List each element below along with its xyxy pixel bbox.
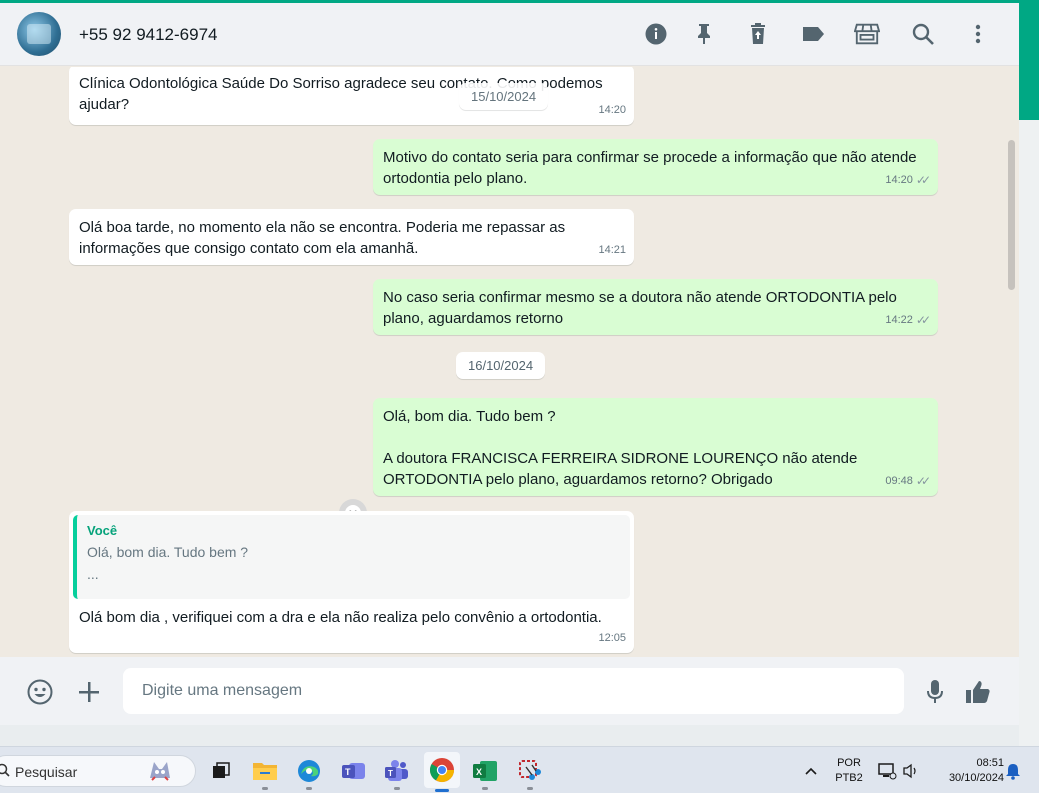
message-input[interactable] — [123, 668, 904, 714]
microphone-icon[interactable] — [920, 677, 950, 707]
quoted-author: Você — [87, 523, 118, 538]
contact-name[interactable]: +55 92 9412-6974 — [79, 25, 218, 45]
store-icon[interactable] — [854, 21, 880, 47]
thumbs-up-icon[interactable] — [963, 677, 993, 707]
message-text-line: A doutora FRANCISCA FERREIRA SIDRONE LOU… — [383, 450, 858, 488]
search-icon[interactable] — [910, 21, 936, 47]
date-divider: 16/10/2024 — [456, 352, 546, 379]
system-clock[interactable]: 08:51 30/10/2024 — [928, 756, 1004, 786]
message-composer — [0, 657, 1019, 725]
pin-icon[interactable] — [691, 21, 717, 47]
search-icon — [0, 763, 10, 782]
task-view-icon[interactable] — [207, 757, 235, 785]
read-ticks-icon: ✓✓ — [915, 474, 931, 488]
chat-header: +55 92 9412-6974 — [0, 3, 1019, 66]
search-highlight-icon — [146, 758, 174, 789]
edge-browser-icon[interactable] — [295, 757, 323, 790]
volume-icon[interactable] — [897, 757, 925, 785]
teams-icon[interactable]: T — [340, 757, 368, 785]
message-time: 14:20 — [885, 174, 913, 186]
message-time: 09:48 — [885, 475, 913, 487]
message-text: No caso seria confirmar mesmo se a douto… — [383, 289, 897, 327]
menu-icon[interactable] — [965, 21, 991, 47]
message-list[interactable]: Clínica Odontológica Saúde Do Sorriso ag… — [0, 67, 1019, 657]
delete-icon[interactable] — [745, 21, 771, 47]
message-incoming[interactable]: Clínica Odontológica Saúde Do Sorriso ag… — [69, 67, 634, 125]
chrome-browser-icon[interactable] — [424, 752, 460, 792]
message-outgoing[interactable]: Olá, bom dia. Tudo bem ? A doutora FRANC… — [373, 398, 938, 496]
excel-icon[interactable]: X — [471, 757, 499, 790]
message-incoming[interactable]: Você Olá, bom dia. Tudo bem ? ... Olá bo… — [69, 511, 634, 653]
message-time: 14:22 — [885, 314, 913, 326]
quoted-message[interactable]: Você Olá, bom dia. Tudo bem ? ... — [73, 515, 630, 599]
date-divider: 15/10/2024 — [459, 83, 549, 110]
message-time: 14:20 — [598, 104, 626, 116]
language-indicator[interactable]: POR PTB2 — [830, 756, 868, 786]
emoji-icon[interactable] — [25, 677, 55, 707]
taskbar-search[interactable]: Pesquisar — [0, 755, 196, 787]
info-icon[interactable] — [643, 21, 669, 47]
message-text: Motivo do contato seria para confirmar s… — [383, 149, 917, 187]
quoted-text: ... — [87, 566, 99, 582]
snipping-tool-icon[interactable] — [516, 757, 544, 790]
message-text: Olá bom dia , verifiquei com a dra e ela… — [79, 609, 602, 626]
message-time: 12:05 — [598, 632, 626, 644]
file-explorer-icon[interactable] — [251, 757, 279, 790]
message-incoming[interactable]: Olá boa tarde, no momento ela não se enc… — [69, 209, 634, 265]
message-text: Olá boa tarde, no momento ela não se enc… — [79, 219, 566, 257]
side-panel-edge — [1019, 0, 1039, 746]
windows-taskbar: Pesquisar T T X POR PTB2 08:51 30/10/202… — [0, 746, 1039, 793]
notification-bell-icon[interactable] — [999, 757, 1027, 785]
message-outgoing[interactable]: Motivo do contato seria para confirmar s… — [373, 139, 938, 195]
teams-app-icon[interactable]: T — [383, 757, 411, 790]
quoted-text: Olá, bom dia. Tudo bem ? — [87, 544, 249, 560]
message-outgoing[interactable]: No caso seria confirmar mesmo se a douto… — [373, 279, 938, 335]
window-bottom-edge — [0, 725, 1019, 746]
message-time: 14:21 — [598, 244, 626, 256]
svg-text:T: T — [345, 767, 351, 777]
message-text-line: Olá, bom dia. Tudo bem ? — [383, 408, 556, 425]
chat-scrollbar[interactable] — [1008, 140, 1015, 290]
read-ticks-icon: ✓✓ — [915, 173, 931, 187]
taskbar-search-label: Pesquisar — [15, 764, 78, 780]
chevron-up-icon[interactable] — [797, 757, 825, 785]
attach-plus-icon[interactable] — [74, 677, 104, 707]
svg-text:X: X — [476, 767, 482, 777]
whatsapp-window: +55 92 9412-6974 Clínica Odontológica Sa… — [0, 0, 1019, 746]
contact-avatar[interactable] — [17, 12, 61, 56]
svg-text:T: T — [388, 769, 393, 778]
read-ticks-icon: ✓✓ — [915, 313, 931, 327]
label-icon[interactable] — [800, 21, 826, 47]
